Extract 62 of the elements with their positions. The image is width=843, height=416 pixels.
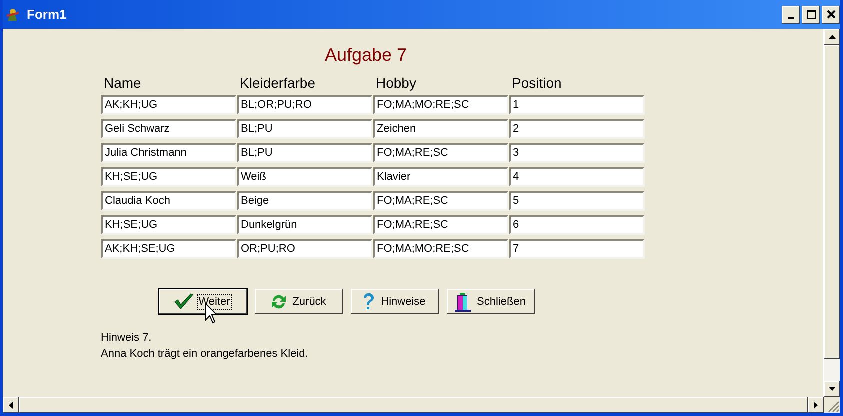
action-button[interactable]: Schließen — [447, 289, 535, 314]
column-header: Name — [103, 75, 142, 93]
text-field[interactable]: Geli Schwarz — [101, 119, 237, 139]
text-field[interactable]: 1 — [509, 95, 645, 115]
text-field[interactable]: Beige — [237, 191, 373, 211]
text-field[interactable]: FO;MA;MO;RE;SC — [373, 95, 509, 115]
text-field[interactable]: Julia Christmann — [101, 143, 237, 163]
text-field[interactable]: FO;MA;MO;RE;SC — [373, 239, 509, 259]
text-field[interactable]: BL;PU — [237, 119, 373, 139]
text-field[interactable]: Klavier — [373, 167, 509, 187]
hint-text: Anna Koch trägt ein orangefarbenes Kleid. — [101, 347, 310, 362]
text-field[interactable]: 6 — [509, 215, 645, 235]
text-field[interactable]: KH;SE;UG — [101, 215, 237, 235]
column-header: Position — [511, 75, 563, 93]
size-grip[interactable] — [828, 401, 840, 413]
heading: Aufgabe 7 — [325, 45, 408, 67]
column-header: Kleiderfarbe — [239, 75, 316, 93]
checkmark-icon — [174, 292, 194, 310]
text-field[interactable]: BL;PU — [237, 143, 373, 163]
maximize-icon — [806, 10, 816, 19]
text-field[interactable]: KH;SE;UG — [101, 167, 237, 187]
scroll-thumb[interactable] — [824, 45, 840, 359]
hint-text: Hinweis 7. — [101, 331, 153, 346]
app-icon — [5, 6, 21, 22]
close-button[interactable] — [822, 6, 840, 24]
text-field[interactable]: FO;MA;RE;SC — [373, 143, 509, 163]
scroll-down-button[interactable] — [824, 381, 840, 397]
action-button[interactable]: Zurück — [255, 289, 343, 314]
left-arrow-icon — [9, 402, 13, 408]
action-button[interactable]: Hinweise — [351, 289, 439, 314]
text-field[interactable]: OR;PU;RO — [237, 239, 373, 259]
minimize-button[interactable] — [782, 6, 800, 24]
right-arrow-icon — [814, 402, 818, 408]
close-icon — [826, 10, 836, 19]
question-mark-icon — [362, 292, 376, 310]
maximize-button[interactable] — [802, 6, 820, 24]
vertical-scrollbar[interactable] — [823, 29, 840, 397]
text-field[interactable]: 3 — [509, 143, 645, 163]
column-header: Hobby — [375, 75, 418, 93]
text-field[interactable]: AK;KH;UG — [101, 95, 237, 115]
door-icon — [454, 292, 472, 312]
down-arrow-icon — [828, 387, 836, 391]
text-field[interactable]: Claudia Koch — [101, 191, 237, 211]
text-field[interactable]: BL;OR;PU;RO — [237, 95, 373, 115]
text-field[interactable]: FO;MA;RE;SC — [373, 191, 509, 211]
minimize-icon — [788, 16, 794, 18]
text-field[interactable]: Dunkelgrün — [237, 215, 373, 235]
text-field[interactable]: AK;KH;SE;UG — [101, 239, 237, 259]
text-field[interactable]: 2 — [509, 119, 645, 139]
action-button[interactable]: Weiter — [159, 289, 247, 314]
text-field[interactable]: FO;MA;RE;SC — [373, 215, 509, 235]
text-field[interactable]: 7 — [509, 239, 645, 259]
text-field[interactable]: Weiß — [237, 167, 373, 187]
refresh-icon — [270, 292, 288, 310]
window-title: Form1 — [27, 7, 68, 22]
text-field[interactable]: Zeichen — [373, 119, 509, 139]
scroll-left-button[interactable] — [3, 397, 19, 413]
scroll-right-button[interactable] — [808, 397, 824, 413]
text-field[interactable]: 4 — [509, 167, 645, 187]
up-arrow-icon — [828, 35, 836, 39]
scroll-up-button[interactable] — [824, 29, 840, 45]
text-field[interactable]: 5 — [509, 191, 645, 211]
